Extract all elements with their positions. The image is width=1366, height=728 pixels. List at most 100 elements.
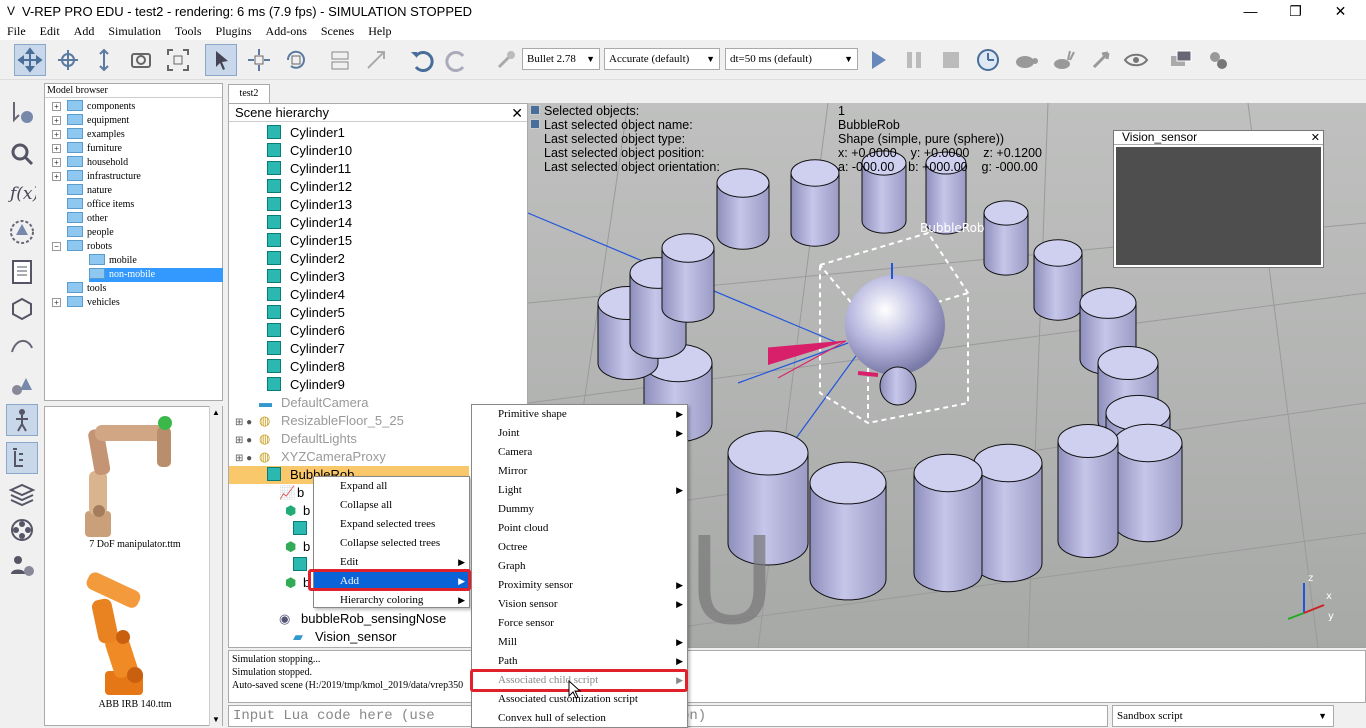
undo-icon[interactable]: [405, 44, 437, 76]
physics-engine-select[interactable]: Bullet 2.78 ▼: [522, 48, 600, 70]
tree-folder-item[interactable]: robots: [67, 240, 112, 254]
real-time-clock-icon[interactable]: [972, 44, 1004, 76]
vision-sensor-window[interactable]: Vision_sensor ✕: [1113, 130, 1324, 268]
assemble-icon[interactable]: [324, 44, 356, 76]
menu-item-collapse-all[interactable]: Collapse all: [314, 496, 469, 515]
tree-folder-item[interactable]: people: [67, 226, 114, 240]
menu-addons[interactable]: Add-ons: [259, 22, 314, 40]
hierarchy-item-object[interactable]: ▬ DefaultCamera: [259, 394, 368, 412]
visualization-eye-icon[interactable]: [1120, 44, 1152, 76]
scripts-icon[interactable]: [6, 256, 38, 288]
page-selector-icon[interactable]: [1202, 44, 1234, 76]
menu-item-collapse-selected[interactable]: Collapse selected trees: [314, 534, 469, 553]
speed-up-rabbit-icon[interactable]: [1047, 44, 1079, 76]
tree-folder-item[interactable]: other: [67, 212, 108, 226]
manipulator-thumbnail[interactable]: [65, 411, 185, 541]
scroll-down-icon[interactable]: ▼: [212, 715, 220, 724]
scene-list-icon[interactable]: [1165, 44, 1197, 76]
cylinder-shape[interactable]: [1057, 424, 1119, 558]
menu-item-expand-selected[interactable]: Expand selected trees: [314, 515, 469, 534]
timestep-select[interactable]: dt=50 ms (default) ▼: [725, 48, 858, 70]
calculation-modules-icon[interactable]: [6, 138, 38, 170]
play-icon[interactable]: [862, 44, 894, 76]
hierarchy-item-object[interactable]: ⊞ ● ◍ DefaultLights: [235, 430, 357, 448]
add-menu-item[interactable]: Camera: [472, 443, 687, 462]
tree-folder-item[interactable]: mobile: [89, 254, 137, 268]
add-menu-item[interactable]: Vision sensor ▶: [472, 595, 687, 614]
add-menu-item[interactable]: Proximity sensor ▶: [472, 576, 687, 595]
slow-down-turtle-icon[interactable]: [1010, 44, 1042, 76]
menu-plugins[interactable]: Plugins: [209, 22, 259, 40]
click-select-icon[interactable]: [205, 44, 237, 76]
add-menu-item[interactable]: Point cloud: [472, 519, 687, 538]
expand-icon[interactable]: +: [52, 116, 61, 125]
transfer-dna-icon[interactable]: [360, 44, 392, 76]
hierarchy-item-cylinder[interactable]: Cylinder12: [267, 178, 352, 196]
abb-robot-thumbnail[interactable]: [65, 571, 185, 701]
hierarchy-item-vision-sensor[interactable]: ▰ Vision_sensor: [293, 628, 396, 646]
camera-rotate-icon[interactable]: [52, 44, 84, 76]
cylinder-shape[interactable]: [661, 233, 715, 323]
redo-icon[interactable]: [442, 44, 474, 76]
add-menu-item[interactable]: Mill ▶: [472, 633, 687, 652]
expand-icon[interactable]: +: [52, 130, 61, 139]
menu-item-expand-all[interactable]: Expand all: [314, 477, 469, 496]
add-menu-item[interactable]: Octree: [472, 538, 687, 557]
tree-folder-item[interactable]: furniture: [67, 142, 122, 156]
cylinder-shape[interactable]: [983, 200, 1029, 276]
collapse-icon[interactable]: −: [52, 242, 61, 251]
menu-help[interactable]: Help: [361, 22, 398, 40]
camera-shift-icon[interactable]: [88, 44, 120, 76]
add-menu-item[interactable]: Dummy: [472, 500, 687, 519]
object-rotate-icon[interactable]: [280, 44, 312, 76]
video-recorder-icon[interactable]: [6, 514, 38, 546]
cylinder-shape[interactable]: [1033, 239, 1083, 321]
selection-icon[interactable]: [6, 370, 38, 402]
hierarchy-item-joint[interactable]: ⬢ b: [285, 538, 310, 556]
tree-folder-item[interactable]: components: [67, 100, 135, 114]
camera-pan-icon[interactable]: [14, 44, 46, 76]
object-shift-icon[interactable]: [243, 44, 275, 76]
threaded-rendering-rocket-icon[interactable]: [1085, 44, 1117, 76]
hierarchy-item-cylinder[interactable]: Cylinder10: [267, 142, 352, 160]
collections-icon[interactable]: [6, 216, 38, 248]
stop-icon[interactable]: [935, 44, 967, 76]
add-menu-item[interactable]: Graph: [472, 557, 687, 576]
add-menu-item[interactable]: Joint ▶: [472, 424, 687, 443]
close-window-button[interactable]: ✕: [1318, 0, 1363, 22]
bubblerob-sphere[interactable]: [845, 275, 945, 375]
hierarchy-item-cylinder[interactable]: Cylinder15: [267, 232, 352, 250]
hierarchy-item-cylinder[interactable]: Cylinder3: [267, 268, 345, 286]
hierarchy-item-cylinder[interactable]: Cylinder6: [267, 322, 345, 340]
cylinder-shape[interactable]: [1113, 423, 1183, 543]
menu-tools[interactable]: Tools: [168, 22, 209, 40]
tree-folder-item[interactable]: equipment: [67, 114, 129, 128]
fit-to-view-icon[interactable]: [162, 44, 194, 76]
menu-file[interactable]: File: [0, 22, 33, 40]
expand-icon[interactable]: +: [52, 158, 61, 167]
shape-edit-icon[interactable]: [6, 292, 38, 324]
hierarchy-item-cylinder[interactable]: Cylinder8: [267, 358, 345, 376]
camera-angle-icon[interactable]: [125, 44, 157, 76]
add-menu-item[interactable]: Force sensor: [472, 614, 687, 633]
object-properties-icon[interactable]: [6, 96, 38, 128]
tree-folder-item[interactable]: examples: [67, 128, 125, 142]
scroll-up-icon[interactable]: ▲: [212, 408, 220, 417]
info-toggle-icon[interactable]: [530, 105, 540, 115]
restore-button[interactable]: ❐: [1273, 0, 1318, 22]
hierarchy-item-cylinder[interactable]: Cylinder4: [267, 286, 345, 304]
expand-icon[interactable]: +: [52, 298, 61, 307]
hierarchy-item-joint[interactable]: ⬢ b: [285, 502, 310, 520]
thumbnails-scrollbar[interactable]: ▲ ▼: [209, 406, 222, 726]
tab-test2[interactable]: test2: [228, 84, 270, 103]
hierarchy-item-cylinder[interactable]: Cylinder13: [267, 196, 352, 214]
menu-scenes[interactable]: Scenes: [314, 22, 361, 40]
cylinder-shape[interactable]: [716, 168, 770, 250]
hierarchy-item-cylinder[interactable]: Cylinder1: [267, 124, 345, 142]
add-menu-item[interactable]: Mirror: [472, 462, 687, 481]
hierarchy-item-graph[interactable]: 📈 b: [279, 484, 304, 502]
menu-item-hierarchy-coloring[interactable]: Hierarchy coloring ▶: [314, 591, 469, 610]
tree-folder-item[interactable]: infrastructure: [67, 170, 141, 184]
hierarchy-item-joint[interactable]: ⬢ b: [285, 574, 310, 592]
pause-icon[interactable]: [898, 44, 930, 76]
